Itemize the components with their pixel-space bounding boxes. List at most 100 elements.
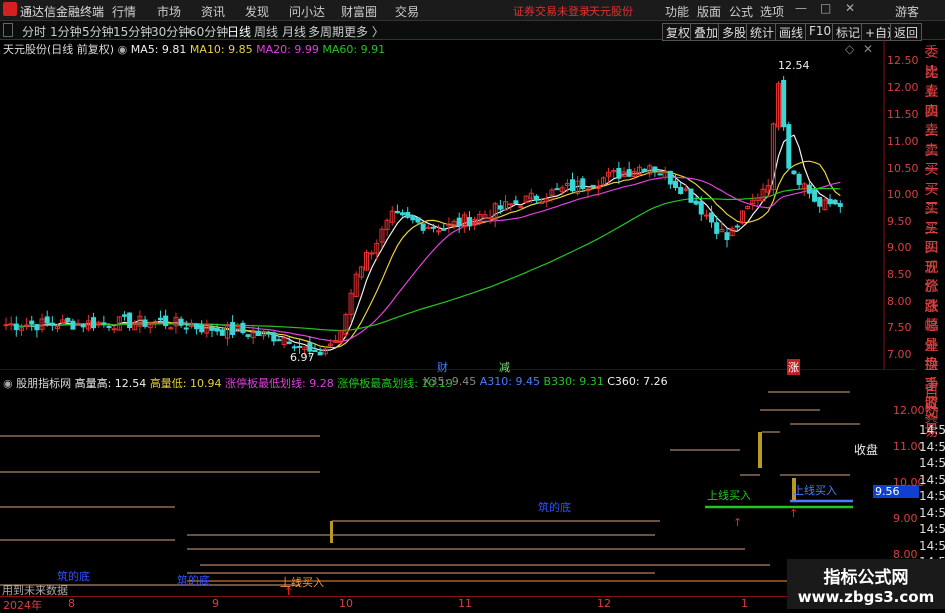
stock-name-top: 天元股份 (589, 5, 633, 18)
event-zhang[interactable]: 涨 (787, 359, 800, 375)
ky-tick: 12.50 (887, 54, 919, 67)
tab-trade[interactable]: 交易 (918, 404, 945, 441)
candle-body (80, 323, 86, 328)
tab-30min[interactable]: 30分钟 (151, 23, 190, 40)
candle-body (812, 189, 818, 202)
quote-item: 买四 (924, 220, 939, 257)
menu-faxian[interactable]: 发现 (245, 3, 269, 20)
candle-body (214, 327, 220, 332)
menu-gongneng[interactable]: 功能 (665, 3, 689, 20)
tab-60min[interactable]: 60分钟 (189, 23, 228, 40)
indicator-chart[interactable] (0, 390, 890, 595)
candle-body (255, 330, 261, 336)
period-toolbar: 分时 1分钟 5分钟 15分钟 30分钟 60分钟 日线 周线 月线 多周期 更… (0, 21, 945, 41)
candle-body (183, 327, 189, 330)
close-icon[interactable]: ✕ (845, 1, 855, 15)
menu-gongshi[interactable]: 公式 (729, 3, 753, 20)
x-axis: 2024年 8 9 10 11 12 1 (0, 596, 890, 612)
tab-multi[interactable]: 多周期 (308, 23, 344, 40)
btn-fanhui[interactable]: 返回 (890, 23, 923, 41)
settings-icon[interactable]: ◉ (118, 43, 128, 56)
ky-tick: 10.50 (887, 162, 919, 175)
time-column: 14:56 14:56 14:56 14:56 14:56 14:56 14:5… (919, 423, 945, 572)
menu-hangqing[interactable]: 行情 (112, 3, 136, 20)
tab-weekly[interactable]: 周线 (254, 23, 278, 40)
user-guest[interactable]: 游客 (895, 3, 919, 20)
tab-fenshi[interactable]: 分时 (22, 23, 46, 40)
tab-5min[interactable]: 5分钟 (82, 23, 114, 40)
quote-item: 委比 (924, 45, 939, 81)
indicator-legend-2: X35: 9.45 A310: 9.45 B330: 9.31 C360: 7.… (423, 375, 668, 388)
candle-body (394, 210, 400, 214)
label-bottom1: 筑的底 (538, 501, 571, 514)
ma10-label: MA10: 9.85 (189, 43, 253, 56)
indicator-name[interactable]: 股朋指标网 (16, 377, 71, 390)
menu-jiaoyi[interactable]: 交易 (395, 3, 419, 20)
candle-body (734, 225, 740, 228)
btn-f10[interactable]: F10 (805, 23, 836, 41)
btn-huaxian[interactable]: 画线 (775, 23, 808, 41)
quote-item: 买一 (924, 162, 939, 198)
candle-body (580, 178, 586, 190)
maximize-icon[interactable]: □ (820, 1, 831, 15)
candle-body (714, 222, 720, 234)
x-month: 9 (212, 597, 219, 610)
event-jian[interactable]: 减 (499, 359, 510, 375)
candle-body (616, 167, 622, 179)
candle-body (13, 323, 19, 331)
menu-xuanxiang[interactable]: 选项 (760, 3, 784, 20)
watermark: 指标公式网 www.zbgs3.com (787, 559, 945, 609)
tab-monthly[interactable]: 月线 (282, 23, 306, 40)
candle-body (230, 322, 236, 335)
candle-body (163, 315, 169, 327)
tab-daily[interactable]: 日线 (227, 23, 251, 40)
candle-body (642, 168, 648, 172)
btn-biaoji[interactable]: 标记 (832, 23, 865, 41)
menu-banmian[interactable]: 版面 (697, 3, 721, 20)
quote-item: 卖四 (924, 84, 939, 120)
chart-close-icon[interactable]: ✕ (863, 42, 873, 56)
minimize-icon[interactable]: — (795, 1, 807, 15)
ky-tick: 9.50 (887, 215, 912, 228)
quote-item: 涨跌 (924, 279, 939, 315)
candle-body (698, 201, 704, 215)
candle-body (497, 205, 503, 210)
candle-body (209, 326, 215, 331)
event-cai[interactable]: 财 (437, 359, 448, 375)
tab-auto[interactable]: 自动 (918, 384, 945, 421)
candle-body (91, 317, 97, 329)
tab-more[interactable]: 更多 〉 (344, 23, 384, 40)
candle-body (291, 346, 297, 349)
candle-body (127, 312, 133, 329)
candle-body (29, 320, 35, 325)
candle-body (65, 317, 71, 322)
quote-item: 现价 (924, 259, 939, 296)
candle-body (307, 342, 313, 352)
label-bottom3: 筑的底 (177, 574, 210, 587)
tab-15min[interactable]: 15分钟 (113, 23, 152, 40)
menu-caifuquan[interactable]: 财富圈 (341, 3, 377, 20)
quote-item: 买二 (924, 181, 939, 218)
x-month: 8 (68, 597, 75, 610)
time-item: 14:56 (919, 423, 945, 437)
chart-settings-icon[interactable]: ◇ (845, 42, 854, 56)
candle-body (709, 212, 715, 223)
menu-shichang[interactable]: 市场 (157, 3, 181, 20)
login-status[interactable]: 证券交易未登录 (513, 3, 590, 19)
candle-body (430, 226, 436, 229)
ky-tick: 11.00 (887, 135, 919, 148)
candle-body (405, 212, 411, 218)
indicator-settings-icon[interactable]: ◉ (3, 377, 13, 390)
candle-body (111, 328, 117, 331)
tab-1min[interactable]: 1分钟 (50, 23, 82, 40)
quote-item: 涨幅 (924, 298, 939, 335)
menu-zixun[interactable]: 资讯 (201, 3, 225, 20)
indicator-legend: ◉ 股朋指标网 高量高: 12.54 高量低: 10.94 涨停板最低划线: 9… (3, 375, 453, 391)
ky-tick: 9.00 (887, 241, 912, 254)
sidebar-toggle-icon[interactable] (3, 23, 13, 37)
menu-wenxiaoda[interactable]: 问小达 (289, 3, 325, 20)
quote-item: 卖二 (924, 123, 939, 159)
candle-body (3, 324, 9, 327)
btn-tongji[interactable]: 统计 (746, 23, 779, 41)
kline-chart[interactable] (0, 40, 915, 370)
